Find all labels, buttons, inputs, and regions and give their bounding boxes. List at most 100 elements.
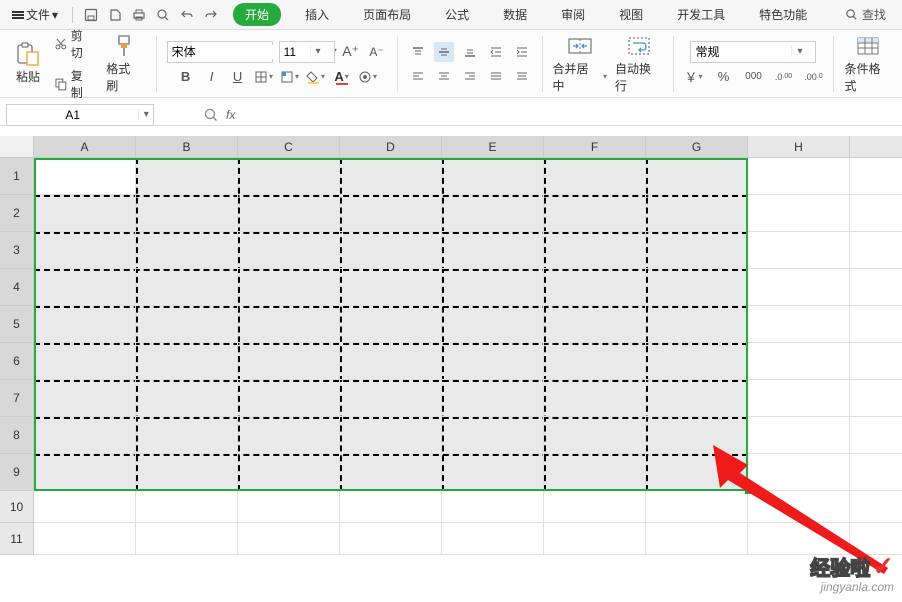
tab-review[interactable]: 审阅 [551,2,595,27]
cut-button[interactable]: 剪切 [52,26,96,62]
file-label: 文件 [26,6,50,23]
find-button[interactable]: 查找 [845,6,896,23]
row-header[interactable]: 7 [0,380,34,417]
save-icon[interactable] [84,8,98,22]
cell-style-button[interactable]: ▾ [280,67,300,87]
chevron-down-icon: ▾ [310,46,326,57]
tab-page-layout[interactable]: 页面布局 [353,2,421,27]
increase-indent-icon[interactable] [512,42,532,62]
currency-button[interactable]: ￥▾ [683,67,703,87]
row-header[interactable]: 1 [0,158,34,195]
col-header[interactable]: F [544,136,646,158]
conditional-format-button[interactable]: 条件格式 [840,32,896,96]
file-menu[interactable]: 文件 ▾ [6,4,64,25]
name-box[interactable]: ▾ [6,104,154,126]
search-icon [845,8,858,21]
align-top-icon[interactable] [408,42,428,62]
align-left-icon[interactable] [408,66,428,86]
print-icon[interactable] [132,8,146,22]
col-header[interactable]: G [646,136,748,158]
justify-icon[interactable] [486,66,506,86]
row-header[interactable]: 6 [0,343,34,380]
name-box-input[interactable] [7,108,138,122]
align-middle-icon[interactable] [434,42,454,62]
row-header[interactable]: 10 [0,491,34,523]
font-size-input[interactable] [280,45,310,59]
row-header[interactable]: 5 [0,306,34,343]
tab-data[interactable]: 数据 [493,2,537,27]
fx-label[interactable]: fx [226,108,235,122]
distribute-icon[interactable] [512,66,532,86]
thousands-button[interactable]: 000 [743,67,763,87]
cond-format-icon [854,34,882,58]
watermark-url: jingyanla.com [810,580,894,594]
format-painter-label: 格式刷 [106,60,141,94]
col-header[interactable]: H [748,136,850,158]
number-format-combo[interactable]: ▾ [690,41,816,63]
row-header[interactable]: 11 [0,523,34,555]
chevron-down-icon: ▾ [138,109,153,120]
col-header[interactable]: E [442,136,544,158]
italic-button[interactable]: I [202,67,222,87]
underline-button[interactable]: U [228,67,248,87]
decrease-indent-icon[interactable] [486,42,506,62]
decrease-decimal-button[interactable]: .00.0 [803,67,823,87]
copy-label: 复制 [71,67,95,101]
cut-label: 剪切 [71,27,95,61]
tab-special[interactable]: 特色功能 [749,2,817,27]
row-header[interactable]: 2 [0,195,34,232]
scissors-icon [54,37,68,51]
merge-center-button[interactable]: 合并居中▾ [549,32,611,96]
font-color-button[interactable]: A▾ [332,67,352,87]
chevron-down-icon: ▾ [791,46,807,57]
check-icon: ✓ [872,551,894,582]
border-button[interactable]: ▾ [254,67,274,87]
print-preview-icon[interactable] [156,8,170,22]
row-headers: 1 2 3 4 5 6 7 8 9 10 11 [0,158,34,555]
tab-developer[interactable]: 开发工具 [667,2,735,27]
select-all-corner[interactable] [0,136,34,158]
font-size-combo[interactable]: ▾ [279,41,335,63]
ribbon: 粘贴 剪切 复制 格式刷 ▾ [0,30,902,98]
col-header[interactable]: B [136,136,238,158]
col-header[interactable]: D [340,136,442,158]
increase-decimal-button[interactable]: .0.00 [773,67,793,87]
row-header[interactable]: 4 [0,269,34,306]
col-header[interactable]: C [238,136,340,158]
font-name-combo[interactable]: ▾ [167,41,273,63]
cancel-icon[interactable] [204,108,218,122]
text-effects-button[interactable]: ▾ [358,67,378,87]
copy-button[interactable]: 复制 [52,66,96,102]
format-painter-button[interactable]: 格式刷 [102,32,145,96]
row-header[interactable]: 3 [0,232,34,269]
wrap-text-button[interactable]: 自动换行 [611,32,667,96]
redo-icon[interactable] [204,8,218,22]
fill-color-button[interactable]: ▾ [306,67,326,87]
increase-font-icon[interactable]: A⁺ [341,42,361,62]
col-header[interactable] [850,136,902,158]
save-as-icon[interactable] [108,8,122,22]
merge-icon [566,34,594,58]
tab-view[interactable]: 视图 [609,2,653,27]
row-header[interactable]: 8 [0,417,34,454]
align-right-icon[interactable] [460,66,480,86]
cell-grid[interactable] [34,158,902,555]
decrease-font-icon[interactable]: A⁻ [367,42,387,62]
col-header[interactable]: A [34,136,136,158]
paste-button[interactable]: 粘贴 [10,40,46,87]
formula-input[interactable] [241,105,902,125]
hamburger-icon [12,10,24,20]
undo-icon[interactable] [180,8,194,22]
tab-home[interactable]: 开始 [233,3,281,26]
align-bottom-icon[interactable] [460,42,480,62]
bold-button[interactable]: B [176,67,196,87]
formula-bar: ▾ fx [0,98,902,126]
fill-handle[interactable] [745,488,751,494]
percent-button[interactable]: % [713,67,733,87]
tab-formulas[interactable]: 公式 [435,2,479,27]
paste-label: 粘贴 [16,68,40,85]
number-format-input[interactable] [691,45,791,59]
row-header[interactable]: 9 [0,454,34,491]
tab-insert[interactable]: 插入 [295,2,339,27]
align-center-icon[interactable] [434,66,454,86]
